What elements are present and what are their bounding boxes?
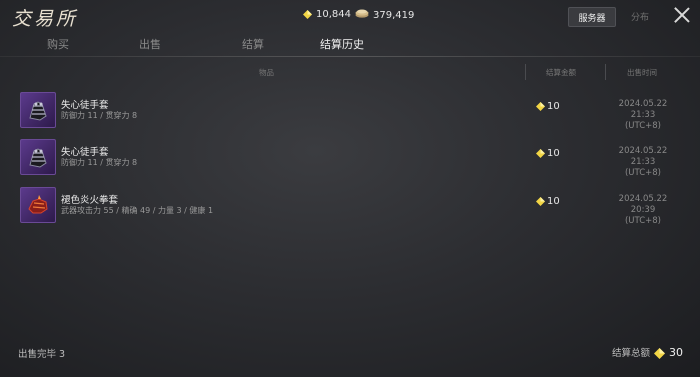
sale-time: 2024.05.22 21:33 (UTC+8): [608, 99, 678, 132]
sale-time: 2024.05.22 20:39 (UTC+8): [608, 194, 678, 227]
silver-coin-icon: [355, 9, 369, 21]
gem-icon: [536, 102, 545, 111]
currency-gems-value: 10,844: [316, 9, 351, 20]
settle-total: 结算总额 30: [612, 345, 684, 360]
settle-amount: 10: [536, 101, 560, 112]
page-title: 交易所: [12, 8, 79, 30]
item-stats: 武器攻击力 55 / 精确 49 / 力量 3 / 健康 1: [61, 206, 214, 215]
gem-icon: [654, 347, 666, 359]
column-divider: [525, 64, 526, 80]
sale-time-zone: (UTC+8): [624, 216, 661, 226]
column-header-time: 出售时间: [627, 68, 657, 77]
server-toggle-button[interactable]: 服务器: [568, 7, 616, 27]
sale-time-zone: (UTC+8): [624, 168, 661, 178]
gem-icon: [303, 10, 312, 19]
sold-count-value: 3: [59, 349, 66, 360]
close-icon[interactable]: [672, 5, 692, 25]
settle-total-value: 30: [669, 345, 684, 359]
top-bar: 交易所 10,844 379,419 服务器 分布: [0, 0, 700, 34]
settle-amount-value: 10: [547, 101, 560, 112]
item-name: 褪色炎火拳套: [61, 195, 119, 206]
currency-gems: 10,844: [303, 9, 351, 20]
currency-silver-value: 379,419: [373, 9, 415, 21]
history-row[interactable]: 褪色炎火拳套 武器攻击力 55 / 精确 49 / 力量 3 / 健康 1 10…: [20, 187, 690, 226]
item-name: 失心徒手套: [61, 147, 109, 158]
sold-count: 出售完毕 3: [18, 346, 65, 360]
tab-divider: [0, 56, 700, 57]
settle-amount-value: 10: [547, 196, 560, 207]
item-stats: 防御力 11 / 贯穿力 8: [61, 158, 138, 167]
column-header-item: 物品: [259, 68, 274, 77]
tab-sell[interactable]: 出售: [139, 36, 161, 52]
currency-silver: 379,419: [355, 9, 414, 21]
sale-time-date: 2024.05.22 21:33: [618, 99, 668, 120]
history-row[interactable]: 失心徒手套 防御力 11 / 贯穿力 8 10 2024.05.22 21:33…: [20, 92, 690, 131]
sale-time: 2024.05.22 21:33 (UTC+8): [608, 146, 678, 179]
column-header-amount: 结算金额: [546, 68, 576, 77]
settle-amount-value: 10: [547, 148, 560, 159]
tab-settle-history[interactable]: 结算历史: [320, 36, 364, 52]
item-stats: 防御力 11 / 贯穿力 8: [61, 111, 138, 120]
settle-amount: 10: [536, 148, 560, 159]
gauntlet-icon: [20, 92, 56, 128]
settle-amount: 10: [536, 196, 560, 207]
tab-settle[interactable]: 结算: [242, 36, 264, 52]
column-divider: [605, 64, 606, 80]
tab-bar: 购买 出售 结算 结算历史: [0, 34, 700, 56]
sale-time-date: 2024.05.22 20:39: [618, 194, 668, 215]
gem-icon: [536, 149, 545, 158]
history-row[interactable]: 失心徒手套 防御力 11 / 贯穿力 8 10 2024.05.22 21:33…: [20, 139, 690, 178]
sale-time-zone: (UTC+8): [624, 121, 661, 131]
fire-fist-icon: [20, 187, 56, 223]
item-name: 失心徒手套: [61, 100, 109, 111]
settle-total-label: 结算总额: [612, 348, 651, 359]
local-toggle-button[interactable]: 分布: [620, 7, 660, 25]
sale-time-date: 2024.05.22 21:33: [618, 146, 668, 167]
tab-buy[interactable]: 购买: [47, 36, 69, 52]
gauntlet-icon: [20, 139, 56, 175]
gem-icon: [536, 197, 545, 206]
sold-count-label: 出售完毕: [18, 349, 57, 360]
